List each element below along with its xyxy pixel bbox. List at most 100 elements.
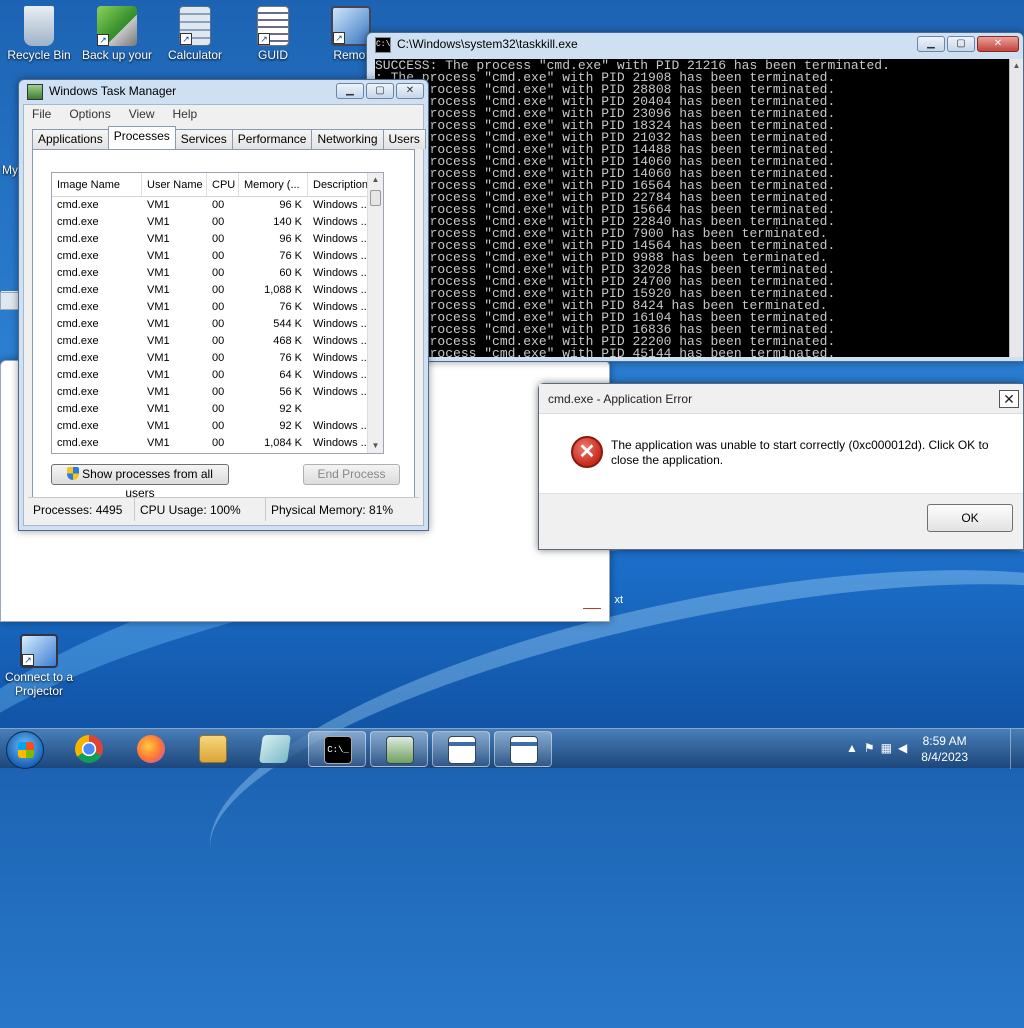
table-row[interactable]: cmd.exe VM1 00 60 K Windows ...: [52, 265, 383, 282]
desktop-icon-projector[interactable]: ↗ Connect to a Projector: [0, 628, 78, 698]
cmd-window[interactable]: C:\ C:\Windows\system32\taskkill.exe ▁ ▢…: [366, 32, 1024, 362]
console-output[interactable]: SUCCESS: The process "cmd.exe" with PID …: [375, 59, 1009, 357]
shortcut-arrow-icon: ↗: [333, 32, 345, 44]
cell-user-name: VM1: [147, 250, 170, 262]
table-row[interactable]: cmd.exe VM1 00 92 K Windows ...: [52, 418, 383, 435]
column-header-user-name[interactable]: User Name: [142, 173, 207, 196]
taskbar-cmd[interactable]: C:\_: [308, 731, 366, 767]
column-header-image-name[interactable]: Image Name: [52, 173, 142, 196]
cell-memory: 92 K: [279, 403, 302, 415]
cell-cpu: 00: [212, 267, 225, 279]
menu-help[interactable]: Help: [173, 105, 198, 123]
taskbar-firefox[interactable]: [122, 731, 180, 767]
table-row[interactable]: cmd.exe VM1 00 76 K Windows ...: [52, 299, 383, 316]
flag-icon[interactable]: ⚑: [864, 741, 875, 755]
cell-memory: 76 K: [279, 301, 302, 313]
column-header-cpu[interactable]: CPU: [207, 173, 239, 196]
maximize-button[interactable]: ▢: [947, 36, 975, 52]
network-icon[interactable]: ▦: [881, 741, 892, 755]
cell-image-name: cmd.exe: [57, 233, 99, 245]
scroll-up-icon[interactable]: ▲: [1010, 59, 1023, 73]
table-scrollbar[interactable]: ▲ ▼: [367, 173, 383, 453]
task-manager-window[interactable]: Windows Task Manager ▁ ▢ ✕ File Options …: [18, 79, 429, 531]
taskbar-window-2[interactable]: [494, 731, 552, 767]
table-row[interactable]: cmd.exe VM1 00 96 K Windows ...: [52, 231, 383, 248]
scroll-up-icon[interactable]: ▲: [368, 173, 383, 187]
system-tray: ▲ ⚑ ▦ ◀: [846, 741, 907, 755]
chrome-icon: [75, 735, 103, 763]
desktop-icon-guid[interactable]: ↗ GUID: [234, 0, 312, 62]
close-button[interactable]: ✕: [999, 390, 1019, 408]
table-row[interactable]: cmd.exe VM1 00 96 K Windows ...: [52, 197, 383, 214]
menu-file[interactable]: File: [32, 105, 51, 123]
taskbar-notepad[interactable]: [246, 731, 304, 767]
scroll-down-icon[interactable]: ▼: [368, 439, 383, 453]
tab-performance[interactable]: Performance: [231, 129, 313, 149]
menu-view[interactable]: View: [129, 105, 155, 123]
menu-options[interactable]: Options: [69, 105, 110, 123]
error-dialog[interactable]: cmd.exe - Application Error ✕ ✕ The appl…: [538, 383, 1024, 550]
tab-users[interactable]: Users: [382, 129, 426, 149]
error-dialog-titlebar[interactable]: cmd.exe - Application Error ✕: [539, 384, 1023, 414]
end-process-button[interactable]: End Process: [303, 464, 400, 485]
column-header-memory[interactable]: Memory (...: [239, 173, 308, 196]
tab-services[interactable]: Services: [174, 129, 233, 149]
desktop-icon-recycle-bin[interactable]: Recycle Bin: [0, 0, 78, 62]
console-scrollbar[interactable]: ▲: [1009, 59, 1023, 357]
start-button[interactable]: [6, 731, 44, 769]
table-row[interactable]: cmd.exe VM1 00 76 K Windows ...: [52, 248, 383, 265]
ok-button[interactable]: OK: [927, 504, 1013, 532]
cell-memory: 468 K: [273, 335, 302, 347]
table-row[interactable]: cmd.exe VM1 00 92 K: [52, 401, 383, 418]
volume-icon[interactable]: ◀: [898, 741, 907, 755]
close-button[interactable]: ✕: [396, 83, 424, 99]
tray-expand-icon[interactable]: ▲: [846, 741, 858, 755]
table-row[interactable]: cmd.exe VM1 00 140 K Windows ...: [52, 214, 383, 231]
tab-applications[interactable]: Applications: [32, 129, 109, 149]
task-manager-titlebar[interactable]: Windows Task Manager ▁ ▢ ✕: [19, 80, 428, 104]
cell-image-name: cmd.exe: [57, 284, 99, 296]
shortcut-arrow-icon: ↗: [97, 34, 109, 46]
cell-memory: 96 K: [279, 233, 302, 245]
taskbar-task-manager[interactable]: [370, 731, 428, 767]
taskbar-window-1[interactable]: [432, 731, 490, 767]
show-desktop-button[interactable]: [1010, 729, 1024, 769]
desktop-icon-label: Back up your: [81, 48, 153, 62]
processes-panel: Image Name User Name CPU Memory (... Des…: [32, 149, 415, 517]
desktop-icon-calculator[interactable]: ↗ Calculator: [156, 0, 234, 62]
cell-memory: 92 K: [279, 420, 302, 432]
table-row[interactable]: cmd.exe VM1 00 56 K Windows ...: [52, 384, 383, 401]
minimize-button[interactable]: ▁: [917, 36, 945, 52]
cell-memory: 544 K: [273, 318, 302, 330]
cell-image-name: cmd.exe: [57, 420, 99, 432]
cell-cpu: 00: [212, 216, 225, 228]
tab-processes[interactable]: Processes: [107, 126, 176, 149]
maximize-button[interactable]: ▢: [366, 83, 394, 99]
task-manager-title: Windows Task Manager: [49, 84, 177, 98]
desktop-icon-backup[interactable]: ↗ Back up your: [78, 0, 156, 62]
show-all-processes-button[interactable]: Show processes from all users: [51, 464, 229, 500]
table-row[interactable]: cmd.exe VM1 00 1,084 K Windows ...: [52, 435, 383, 452]
scroll-thumb[interactable]: [370, 190, 381, 206]
desktop-icon-label: Calculator: [167, 48, 223, 62]
cell-cpu: 00: [212, 250, 225, 262]
cell-user-name: VM1: [147, 352, 170, 364]
cell-cpu: 00: [212, 199, 225, 211]
recycle-bin-icon: [24, 6, 54, 46]
table-row[interactable]: cmd.exe VM1 00 1,088 K Windows ...: [52, 282, 383, 299]
clock[interactable]: 8:59 AM 8/4/2023: [921, 733, 968, 765]
table-row[interactable]: cmd.exe VM1 00 64 K Windows ...: [52, 367, 383, 384]
table-row[interactable]: cmd.exe VM1 00 544 K Windows ...: [52, 316, 383, 333]
cell-cpu: 00: [212, 437, 225, 449]
table-row[interactable]: cmd.exe VM1 00 468 K Windows ...: [52, 333, 383, 350]
taskbar-chrome[interactable]: [60, 731, 118, 767]
cmd-titlebar[interactable]: C:\ C:\Windows\system32\taskkill.exe ▁ ▢…: [367, 33, 1023, 57]
cell-image-name: cmd.exe: [57, 403, 99, 415]
cell-user-name: VM1: [147, 267, 170, 279]
table-row[interactable]: cmd.exe VM1 00 76 K Windows ...: [52, 350, 383, 367]
tab-networking[interactable]: Networking: [311, 129, 384, 149]
minimize-button[interactable]: ▁: [336, 83, 364, 99]
taskbar-explorer[interactable]: [184, 731, 242, 767]
background-window-partial-text: xt: [614, 594, 623, 606]
close-button[interactable]: ✕: [977, 36, 1019, 52]
